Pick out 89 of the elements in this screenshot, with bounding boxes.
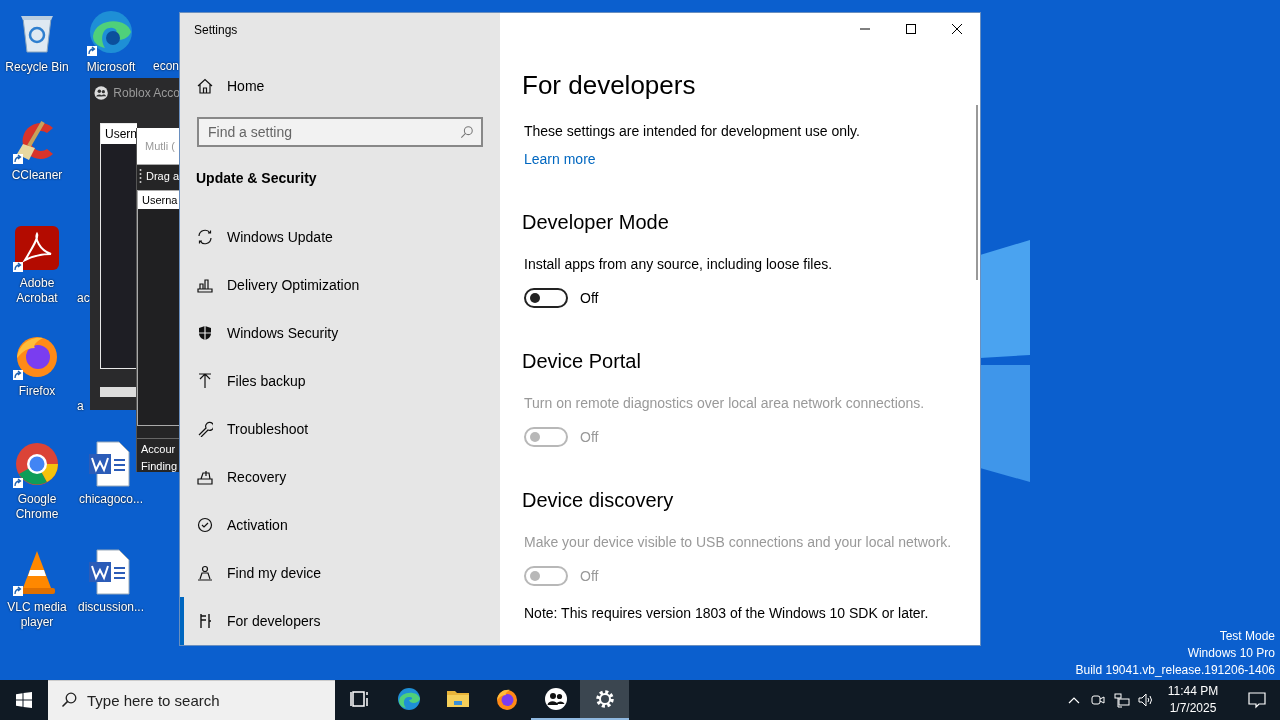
setting-description: Install apps from any source, including loose files. bbox=[524, 255, 833, 274]
shortcut-arrow-icon bbox=[13, 370, 23, 380]
nav-item[interactable]: Windows Security bbox=[180, 309, 500, 357]
shortcut-arrow-icon bbox=[13, 586, 23, 596]
people-icon bbox=[543, 687, 568, 711]
recovery-icon bbox=[197, 469, 213, 485]
setting-description: Turn on remote diagnostics over local area network connections. bbox=[524, 394, 925, 413]
windows-logo-icon bbox=[16, 692, 32, 708]
window-title: Settings bbox=[193, 22, 238, 39]
toggle-label: Off bbox=[580, 568, 599, 584]
nav-item[interactable]: Files backup bbox=[180, 357, 500, 405]
edge-icon bbox=[87, 8, 135, 56]
acrobat-icon bbox=[13, 224, 61, 272]
icon-label[interactable]: VLC media player bbox=[1, 600, 73, 630]
search-field[interactable]: Type here to search bbox=[48, 680, 335, 720]
chrome-icon bbox=[13, 440, 61, 488]
edge-icon bbox=[396, 687, 421, 711]
shortcut-arrow-icon bbox=[13, 154, 23, 164]
home-link[interactable]: Home bbox=[180, 62, 500, 109]
nav-item[interactable]: Windows Update bbox=[180, 213, 500, 261]
setting-heading: Device Portal bbox=[522, 349, 641, 374]
icon-label[interactable]: Firefox bbox=[18, 384, 56, 399]
icon-label[interactable]: Recycle Bin bbox=[5, 60, 69, 75]
setting-heading: Device discovery bbox=[522, 488, 674, 513]
shortcut-arrow-icon bbox=[13, 262, 23, 272]
system-text: Test Mode bbox=[1219, 628, 1275, 645]
icon-label[interactable]: ac bbox=[77, 291, 90, 306]
volume-icon bbox=[1138, 692, 1154, 708]
gear-taskbar-button[interactable] bbox=[580, 680, 629, 720]
shield-icon bbox=[197, 325, 213, 341]
search-icon bbox=[61, 692, 77, 708]
toggle-label: Off bbox=[580, 429, 599, 445]
scroll-bar[interactable] bbox=[100, 387, 136, 397]
icon-label[interactable]: CCleaner bbox=[11, 168, 63, 183]
toggle-switch[interactable] bbox=[524, 288, 568, 308]
camera-icon bbox=[1090, 692, 1106, 708]
shortcut-arrow-icon bbox=[13, 478, 23, 488]
chevron-up-icon bbox=[1068, 696, 1080, 704]
tools-icon bbox=[197, 613, 213, 629]
icon-label[interactable]: econ bbox=[153, 59, 180, 74]
nav-item[interactable]: Activation bbox=[180, 501, 500, 549]
status-text: Accour bbox=[141, 443, 177, 455]
learn-more-link[interactable]: Learn more bbox=[524, 149, 596, 169]
section-heading: Update & Security bbox=[196, 169, 317, 188]
window-title: Roblox Acco bbox=[113, 86, 180, 100]
wrench-icon bbox=[197, 421, 213, 437]
icon-label[interactable]: Microsoft bbox=[86, 60, 136, 75]
system-text: Windows 10 Pro bbox=[1187, 645, 1275, 662]
people-icon bbox=[94, 85, 109, 101]
clock-date[interactable]: 1/7/2025 bbox=[1169, 700, 1217, 717]
firefox-icon bbox=[494, 687, 519, 711]
column-header[interactable]: Usern bbox=[101, 124, 137, 144]
clock-time[interactable]: 11:44 PM bbox=[1167, 683, 1219, 700]
icon-label[interactable]: Adobe Acrobat bbox=[1, 276, 73, 306]
sync-icon bbox=[197, 229, 213, 245]
home-icon bbox=[197, 77, 213, 94]
delivery-icon bbox=[197, 277, 213, 293]
account-list[interactable]: Usern bbox=[100, 123, 137, 369]
speech-bubble-icon bbox=[1247, 690, 1267, 710]
setting-heading: Developer Mode bbox=[522, 210, 669, 235]
nav-item[interactable]: Find my device bbox=[180, 549, 500, 597]
maximize-icon bbox=[906, 24, 916, 34]
toggle-label: Off bbox=[580, 290, 599, 306]
system-text: Build 19041.vb_release.191206-1406 bbox=[1075, 662, 1275, 679]
scroll-bar[interactable] bbox=[976, 105, 978, 280]
upload-arrow-icon bbox=[197, 373, 213, 389]
setting-description: Make your device visible to USB connections and your local network. bbox=[524, 533, 952, 552]
icon-label[interactable]: discussion... bbox=[78, 600, 144, 615]
icon-label[interactable]: chicagoco... bbox=[78, 492, 143, 507]
grip-icon[interactable] bbox=[139, 167, 142, 184]
shortcut-arrow-icon bbox=[87, 46, 97, 56]
nav-item[interactable]: Troubleshoot bbox=[180, 405, 500, 453]
network-icon bbox=[1114, 692, 1130, 708]
close-icon bbox=[952, 24, 962, 34]
search-field[interactable]: Find a setting bbox=[197, 117, 483, 147]
account-list[interactable]: Userna bbox=[137, 190, 181, 426]
nav-item[interactable]: Recovery bbox=[180, 453, 500, 501]
person-icon bbox=[197, 565, 213, 581]
page-title: For developers bbox=[522, 69, 696, 102]
icon-label[interactable]: Google Chrome bbox=[1, 492, 73, 522]
status-text: Finding bbox=[141, 460, 179, 472]
drag-label: Drag a bbox=[146, 169, 180, 182]
icon-label[interactable]: a bbox=[77, 399, 84, 414]
nav-item[interactable]: Delivery Optimization bbox=[180, 261, 500, 309]
search-icon bbox=[460, 125, 474, 139]
column-header[interactable]: Userna bbox=[138, 191, 181, 210]
check-circle-icon bbox=[197, 517, 213, 533]
intro-text: These settings are intended for development use only. bbox=[524, 122, 860, 141]
note-text: Note: This requires version 1803 of the Windows 10 SDK or later. bbox=[524, 604, 929, 623]
